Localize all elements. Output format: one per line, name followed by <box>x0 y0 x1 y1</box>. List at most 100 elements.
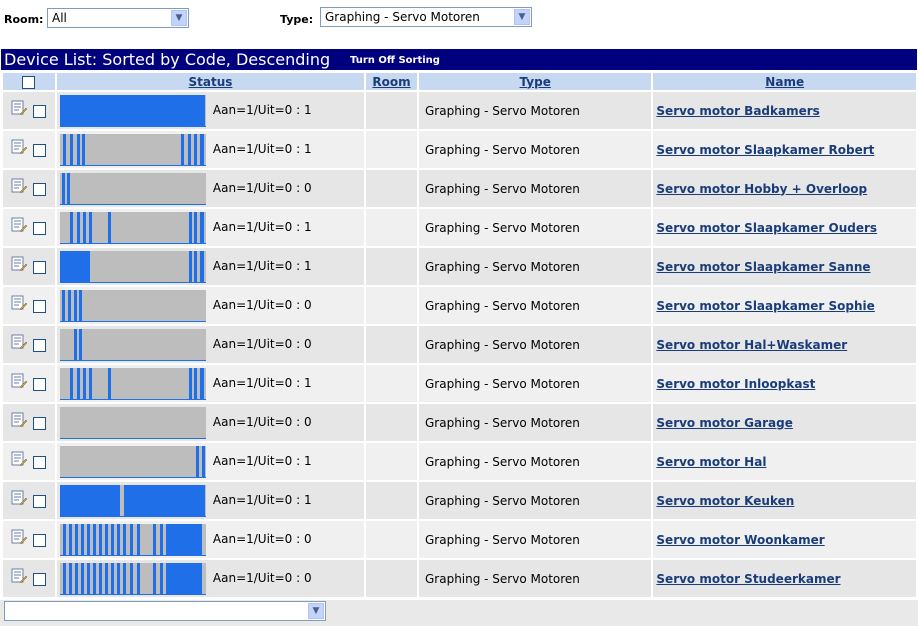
table-row: Aan=1/Uit=0 : 0 Graphing - Servo Motoren S… <box>3 287 916 324</box>
edit-device-icon[interactable] <box>11 529 27 545</box>
room-filter-label: Room: <box>4 13 44 26</box>
status-sort-link[interactable]: Status <box>189 75 233 89</box>
status-graph-bar <box>193 212 197 244</box>
status-graph-bar <box>82 368 86 400</box>
room-cell <box>366 287 417 324</box>
status-graph-bar <box>59 95 205 127</box>
row-select-checkbox[interactable] <box>33 339 46 352</box>
edit-device-icon[interactable] <box>11 100 27 116</box>
row-select-checkbox[interactable] <box>33 183 46 196</box>
chevron-down-icon[interactable]: ▼ <box>171 10 187 26</box>
device-name-link[interactable]: Servo motor Slaapkamer Sophie <box>656 299 874 313</box>
chevron-down-icon[interactable]: ▼ <box>308 603 324 619</box>
status-graph-bar <box>62 134 66 166</box>
name-sort-link[interactable]: Name <box>765 75 804 89</box>
status-graph-bar <box>76 212 80 244</box>
device-name-link[interactable]: Servo motor Garage <box>656 416 792 430</box>
status-graph-bar <box>123 485 205 517</box>
chevron-down-icon[interactable]: ▼ <box>514 9 530 25</box>
edit-device-icon[interactable] <box>11 412 27 428</box>
edit-device-icon[interactable] <box>11 490 27 506</box>
device-name-link[interactable]: Servo motor Badkamers <box>656 104 819 118</box>
status-text: Aan=1/Uit=0 : 1 <box>212 103 312 117</box>
status-graph-bar <box>73 290 77 322</box>
row-select-checkbox[interactable] <box>33 300 46 313</box>
room-filter-select[interactable]: All ▼ <box>47 8 189 28</box>
device-name-link[interactable]: Servo motor Hal <box>656 455 766 469</box>
row-select-checkbox[interactable] <box>33 378 46 391</box>
edit-device-icon[interactable] <box>11 295 27 311</box>
device-name-link[interactable]: Servo motor Slaapkamer Robert <box>656 143 874 157</box>
status-graph-bar <box>199 212 204 244</box>
row-select-checkbox[interactable] <box>33 222 46 235</box>
device-name-link[interactable]: Servo motor Woonkamer <box>656 533 824 547</box>
row-select-checkbox[interactable] <box>33 417 46 430</box>
type-sort-link[interactable]: Type <box>520 75 551 89</box>
status-graph-bar <box>129 563 133 595</box>
edit-device-icon[interactable] <box>11 139 27 155</box>
status-graph-bar <box>195 446 199 478</box>
row-select-checkbox[interactable] <box>33 144 46 157</box>
device-name-link[interactable]: Servo motor Slaapkamer Sanne <box>656 260 870 274</box>
status-graph-bar <box>107 212 111 244</box>
status-graph-bar <box>68 563 72 595</box>
status-graph-bar <box>110 563 114 595</box>
status-graph-bar <box>73 329 77 361</box>
status-header: Status <box>56 73 364 90</box>
status-graph-bar <box>110 524 114 556</box>
row-controls-cell <box>3 92 55 129</box>
status-graph-bar <box>180 134 184 166</box>
row-select-checkbox[interactable] <box>33 261 46 274</box>
edit-device-icon[interactable] <box>11 568 27 584</box>
status-graph-bar <box>193 134 197 166</box>
select-all-checkbox[interactable] <box>22 75 36 89</box>
edit-device-icon[interactable] <box>11 451 27 467</box>
status-graph-bar <box>62 563 66 595</box>
row-controls-cell <box>3 482 55 519</box>
room-cell <box>366 248 417 285</box>
status-graph-bar <box>136 563 140 595</box>
row-controls-cell <box>3 170 55 207</box>
row-select-checkbox[interactable] <box>33 573 46 586</box>
type-filter-select[interactable]: Graphing - Servo Motoren ▼ <box>320 7 532 27</box>
status-graph-baseline <box>59 204 206 205</box>
edit-device-icon[interactable] <box>11 334 27 350</box>
status-graph-bar <box>80 563 84 595</box>
edit-device-icon[interactable] <box>11 217 27 233</box>
status-graph-bar <box>122 524 126 556</box>
type-cell: Graphing - Servo Motoren <box>418 443 652 480</box>
status-graph <box>59 251 206 283</box>
status-graph-bar <box>86 563 90 595</box>
device-name-link[interactable]: Servo motor Hal+Waskamer <box>656 338 847 352</box>
type-cell: Graphing - Servo Motoren <box>418 482 652 519</box>
status-graph-bar <box>61 173 65 205</box>
device-name-link[interactable]: Servo motor Keuken <box>656 494 794 508</box>
status-graph <box>59 95 206 127</box>
turn-off-sorting-link[interactable]: Turn Off Sorting <box>350 55 440 66</box>
status-graph-bar <box>152 563 156 595</box>
row-select-checkbox[interactable] <box>33 495 46 508</box>
status-graph-bar <box>61 290 65 322</box>
room-sort-link[interactable]: Room <box>372 75 410 89</box>
row-select-checkbox[interactable] <box>33 105 46 118</box>
device-name-link[interactable]: Servo motor Slaapkamer Ouders <box>656 221 877 235</box>
status-graph-bar <box>188 368 192 400</box>
device-name-link[interactable]: Servo motor Studeerkamer <box>656 572 840 586</box>
row-select-checkbox[interactable] <box>33 534 46 547</box>
status-graph-bar <box>165 524 202 556</box>
status-graph-bar <box>159 524 163 556</box>
device-name-link[interactable]: Servo motor Inloopkast <box>656 377 815 391</box>
room-cell <box>366 170 417 207</box>
edit-device-icon[interactable] <box>11 256 27 272</box>
status-text: Aan=1/Uit=0 : 1 <box>212 493 312 507</box>
name-cell: Servo motor Woonkamer <box>653 521 916 558</box>
status-graph-bar <box>62 524 66 556</box>
status-graph-baseline <box>59 477 206 478</box>
edit-device-icon[interactable] <box>11 178 27 194</box>
row-select-checkbox[interactable] <box>33 456 46 469</box>
status-graph-bar <box>129 524 133 556</box>
edit-device-icon[interactable] <box>11 373 27 389</box>
bulk-action-select[interactable]: ▼ <box>4 601 326 621</box>
device-name-link[interactable]: Servo motor Hobby + Overloop <box>656 182 867 196</box>
table-row: Aan=1/Uit=0 : 0 Graphing - Servo Motoren S… <box>3 521 916 558</box>
